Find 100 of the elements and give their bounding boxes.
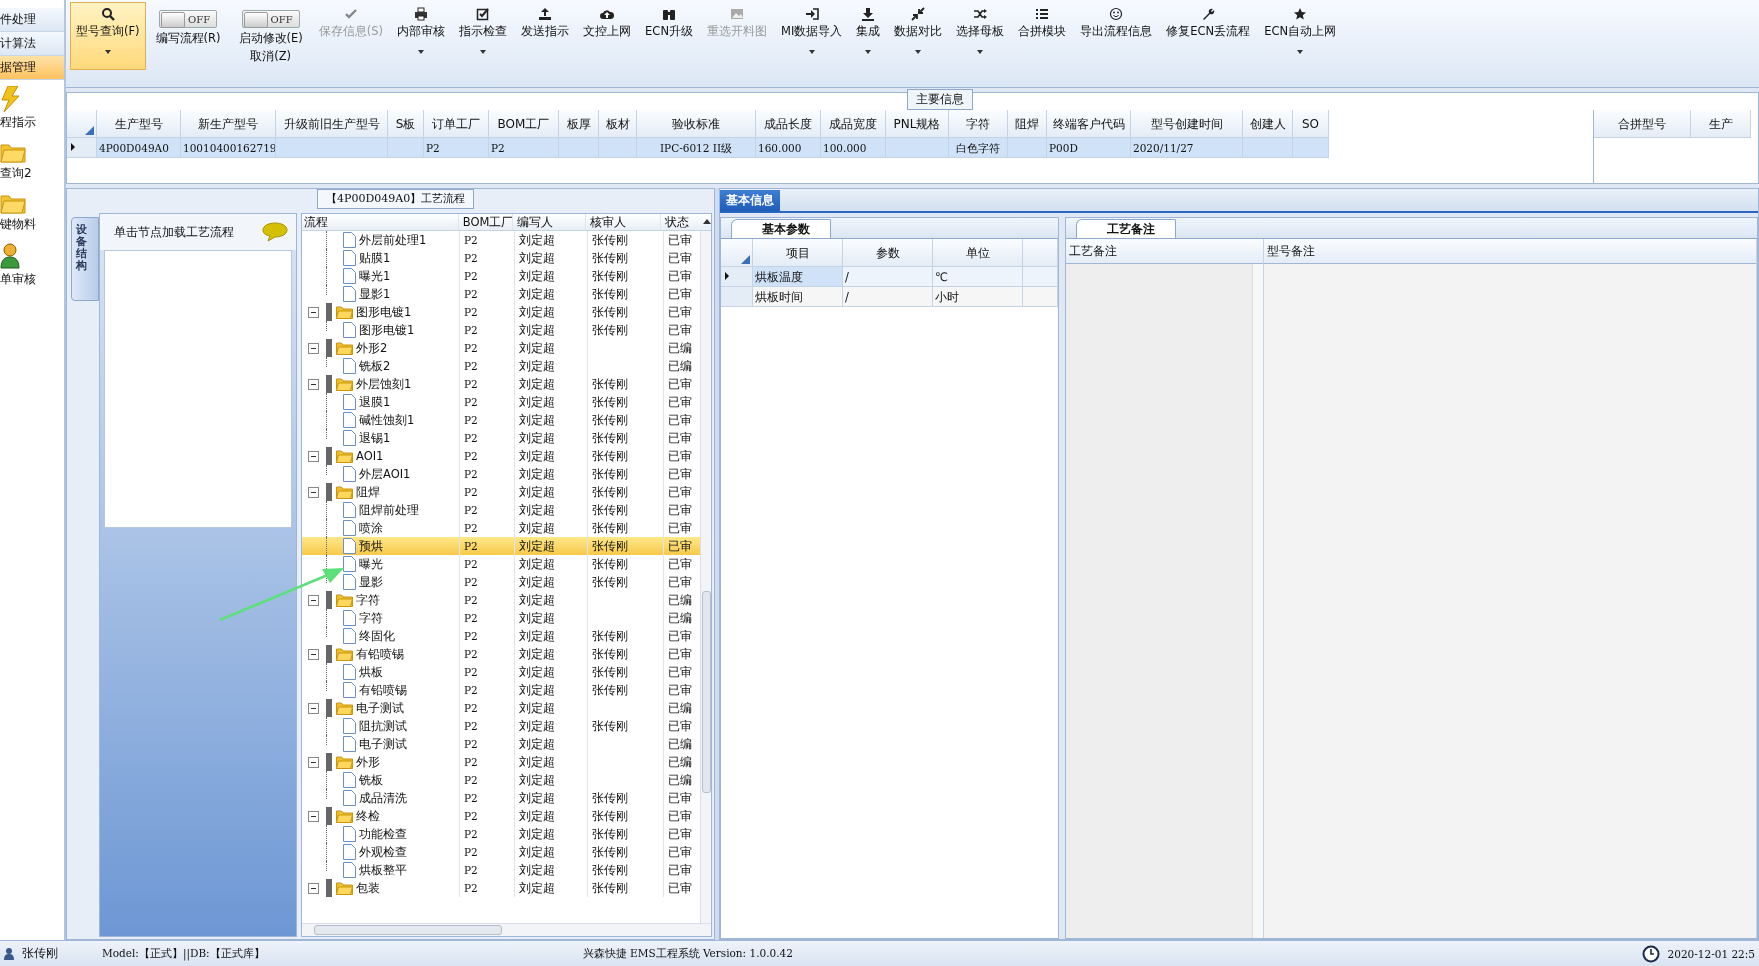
tree-row[interactable]: 预烘 P2 刘定超 张传刚 已审 [302, 537, 700, 555]
tree-row[interactable]: 外层蚀刻1 P2 刘定超 张传刚 已审 [302, 375, 700, 393]
column-header[interactable]: PNL规格 [886, 110, 949, 138]
collapse-icon[interactable] [308, 810, 319, 822]
scrollbar[interactable] [700, 231, 711, 923]
toggle-switch[interactable]: OFF [159, 10, 218, 28]
sidebar-item[interactable]: 件处理 [0, 8, 64, 32]
tree-row[interactable]: 烘板 P2 刘定超 张传刚 已审 [302, 663, 700, 681]
tree-row[interactable]: 包装 P2 刘定超 张传刚 已审 [302, 879, 700, 897]
tree-row[interactable]: 功能检查 P2 刘定超 张传刚 已审 [302, 825, 700, 843]
tree-row[interactable]: 字符 P2 刘定超 已编 [302, 591, 700, 609]
toolbar-button[interactable]: 修复ECN丢流程 [1160, 2, 1257, 70]
column-header[interactable]: 核审人 [585, 214, 662, 230]
toolbar-button[interactable]: 选择母板 [950, 2, 1011, 70]
table-row[interactable]: 4P00D049A0 10010400162719 P2 P2 IPC-6012 II级 160.000 100.000 白色字符 P00D 2020/11/27 [67, 138, 1329, 158]
column-header[interactable]: 阻焊 [1008, 110, 1047, 138]
collapse-icon[interactable] [308, 306, 319, 318]
side-tab[interactable]: 设备结构 [71, 217, 99, 301]
tree-row[interactable]: 铣板2 P2 刘定超 已编 [302, 357, 700, 375]
toolbar-button[interactable]: ECN升级 [639, 2, 699, 70]
tree-row[interactable]: 阻焊 P2 刘定超 张传刚 已审 [302, 483, 700, 501]
toolbar-button[interactable]: 数据对比 [888, 2, 949, 70]
tree-row[interactable]: 曝光1 P2 刘定超 张传刚 已审 [302, 267, 700, 285]
table-row[interactable]: 烘板时间 / 小时 [721, 287, 1058, 307]
tree-row[interactable]: 成品清洗 P2 刘定超 张传刚 已审 [302, 789, 700, 807]
toolbar-button[interactable]: 文控上网 [577, 2, 638, 70]
column-header[interactable]: 板材 [599, 110, 637, 138]
toolbar-button[interactable]: MI数据导入 [775, 2, 849, 70]
column-header[interactable]: 生产型号 [97, 110, 181, 138]
sidebar-item[interactable]: 查询2 [0, 135, 64, 186]
tree-row[interactable]: 电子测试 P2 刘定超 已编 [302, 699, 700, 717]
toolbar-button[interactable]: 内部审核 [391, 2, 452, 70]
toolbar-button[interactable]: 发送指示 [515, 2, 576, 70]
sidebar-item[interactable]: 计算法 [0, 32, 64, 56]
tab[interactable]: 工艺备注 [1076, 219, 1176, 238]
column-header[interactable]: 型号创建时间 [1131, 110, 1243, 138]
table-row[interactable]: 烘板温度 / ℃ [721, 267, 1058, 287]
tree-row[interactable]: 贴膜1 P2 刘定超 张传刚 已审 [302, 249, 700, 267]
column-header[interactable]: 状态 [661, 214, 697, 230]
column-header[interactable]: SO [1293, 110, 1329, 138]
tree-row[interactable]: 外层AOI1 P2 刘定超 张传刚 已审 [302, 465, 700, 483]
column-header[interactable]: 创建人 [1243, 110, 1293, 138]
tree-row[interactable]: 阻焊前处理 P2 刘定超 张传刚 已审 [302, 501, 700, 519]
column-header[interactable]: 工艺备注 [1066, 239, 1263, 264]
column-header[interactable]: 字符 [949, 110, 1008, 138]
sidebar-item[interactable]: 单审核 [0, 237, 64, 292]
tree-row[interactable]: 外形2 P2 刘定超 已编 [302, 339, 700, 357]
column-header[interactable]: 验收标准 [637, 110, 756, 138]
tree-row[interactable]: 外层前处理1 P2 刘定超 张传刚 已审 [302, 231, 700, 249]
collapse-icon[interactable] [308, 486, 319, 498]
column-header[interactable]: 成品长度 [756, 110, 821, 138]
tree-row[interactable]: 退锡1 P2 刘定超 张传刚 已审 [302, 429, 700, 447]
collapse-icon[interactable] [308, 882, 319, 894]
scrollbar[interactable] [1252, 264, 1263, 938]
tree-row[interactable]: 显影1 P2 刘定超 张传刚 已审 [302, 285, 700, 303]
toolbar-button[interactable]: 导出流程信息 [1074, 2, 1159, 70]
tab[interactable]: 基本信息 [720, 190, 780, 211]
tree-row[interactable]: 退膜1 P2 刘定超 张传刚 已审 [302, 393, 700, 411]
column-header[interactable]: 订单工厂 [424, 110, 489, 138]
tree-row[interactable]: 有铅喷锡 P2 刘定超 张传刚 已审 [302, 645, 700, 663]
tree-row[interactable]: 碱性蚀刻1 P2 刘定超 张传刚 已审 [302, 411, 700, 429]
tree-row[interactable]: 有铅喷锡 P2 刘定超 张传刚 已审 [302, 681, 700, 699]
column-header[interactable]: 参数 [843, 239, 933, 267]
column-header[interactable]: 编写人 [513, 214, 586, 230]
collapse-icon[interactable] [308, 648, 319, 660]
collapse-icon[interactable] [308, 702, 319, 714]
toolbar-button[interactable]: 型号查询(F) [70, 2, 146, 70]
tree-row[interactable]: 外观检查 P2 刘定超 张传刚 已审 [302, 843, 700, 861]
collapse-icon[interactable] [308, 378, 319, 390]
tree-row[interactable]: 电子测试 P2 刘定超 已编 [302, 735, 700, 753]
tab[interactable]: 基本参数 [731, 219, 831, 238]
toolbar-button[interactable]: 合拼模块 [1012, 2, 1073, 70]
column-header[interactable]: 生产 [1691, 110, 1751, 138]
collapse-icon[interactable] [308, 450, 319, 462]
toolbar-button[interactable]: ECN自动上网 [1258, 2, 1343, 70]
collapse-icon[interactable] [308, 342, 319, 354]
sidebar-item[interactable]: 据管理 [0, 56, 64, 80]
column-header[interactable]: 板厚 [559, 110, 599, 138]
toolbar-button[interactable]: 取消(Z) [250, 49, 292, 64]
tree-row[interactable]: 图形电镀1 P2 刘定超 张传刚 已审 [302, 321, 700, 339]
tree-row[interactable]: 铣板 P2 刘定超 已编 [302, 771, 700, 789]
column-header[interactable]: 新生产型号 [181, 110, 276, 138]
column-header[interactable]: BOM工厂 [489, 110, 559, 138]
sidebar-item[interactable]: 程指示 [0, 80, 64, 135]
column-header[interactable]: S板 [388, 110, 424, 138]
column-header[interactable]: 升级前旧生产型号 [276, 110, 388, 138]
toggle-switch[interactable]: OFF [241, 10, 300, 28]
toolbar-button[interactable]: 指示检查 [453, 2, 514, 70]
sidebar-item[interactable]: 键物料 [0, 186, 64, 237]
tree-row[interactable]: 烘板整平 P2 刘定超 张传刚 已审 [302, 861, 700, 879]
collapse-icon[interactable] [308, 594, 319, 606]
tree-row[interactable]: 字符 P2 刘定超 已编 [302, 609, 700, 627]
tree-row[interactable]: 阻抗测试 P2 刘定超 张传刚 已审 [302, 717, 700, 735]
column-header[interactable]: BOM工厂 [458, 214, 514, 230]
column-header[interactable]: 项目 [753, 239, 843, 267]
collapse-icon[interactable] [308, 756, 319, 768]
tree-row[interactable]: 外形 P2 刘定超 已编 [302, 753, 700, 771]
column-header[interactable]: 流程 [302, 214, 459, 230]
tree-row[interactable]: 终固化 P2 刘定超 张传刚 已审 [302, 627, 700, 645]
column-header[interactable]: 合拼型号 [1594, 110, 1691, 138]
